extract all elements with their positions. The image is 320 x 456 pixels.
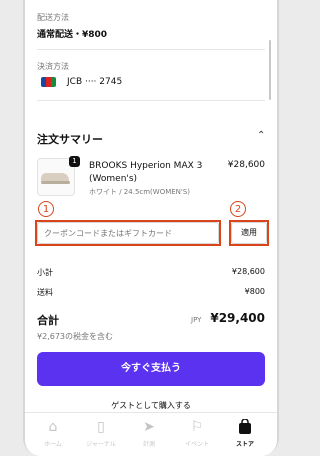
tab-label: ストア xyxy=(235,441,254,448)
apply-highlight-box xyxy=(229,220,269,246)
shipping-label: 配送方法 xyxy=(37,13,69,22)
tab-label: 計測 xyxy=(142,441,155,448)
jcb-card-icon xyxy=(41,77,56,87)
tab-event[interactable]: ⚐ イベント xyxy=(175,419,219,448)
tab-bar: ⌂ ホーム ▯ ジャーナル ➤ 計測 ⚐ イベント ストア xyxy=(25,412,277,456)
coupon-highlight-box xyxy=(35,220,221,246)
product-name-line2: (Women's) xyxy=(89,174,138,184)
tab-label: ジャーナル xyxy=(86,441,116,448)
tab-store[interactable]: ストア xyxy=(223,418,267,448)
divider xyxy=(37,49,265,50)
flag-icon: ⚐ xyxy=(190,419,204,435)
scrollbar[interactable] xyxy=(269,40,271,100)
shoe-sole xyxy=(41,181,70,184)
shipping-fee-value: ¥800 xyxy=(244,287,265,296)
measure-icon: ➤ xyxy=(143,419,155,435)
guest-checkout-link[interactable]: ゲストとして購入する xyxy=(25,400,277,411)
tab-label: イベント xyxy=(184,441,209,448)
product-name: BROOKS Hyperion MAX 3 (Women's) xyxy=(89,160,202,186)
tab-label: ホーム xyxy=(44,441,62,448)
subtotal-value: ¥28,600 xyxy=(231,267,265,276)
annotation-marker-2: 2 xyxy=(230,201,246,217)
quantity-badge: 1 xyxy=(69,156,80,167)
payment-card[interactable]: JCB ···· 2745 xyxy=(67,77,122,87)
tab-measure[interactable]: ➤ 計測 xyxy=(127,419,171,448)
shipping-value[interactable]: 通常配送・¥800 xyxy=(37,27,107,40)
shipping-fee-label: 送料 xyxy=(37,288,53,297)
subtotal-label: 小計 xyxy=(37,268,53,277)
checkout-screen: 配送方法 通常配送・¥800 決済方法 JCB ···· 2745 注文サマリー… xyxy=(25,0,277,456)
journal-icon: ▯ xyxy=(97,419,105,435)
product-price: ¥28,600 xyxy=(227,160,265,170)
annotation-marker-1: 1 xyxy=(38,201,54,217)
tab-home[interactable]: ⌂ ホーム xyxy=(31,419,75,448)
product-variant: ホワイト / 24.5cm(WOMEN'S) xyxy=(89,188,191,196)
shopping-bag-icon xyxy=(237,418,253,435)
summary-title[interactable]: 注文サマリー xyxy=(37,131,103,147)
payment-label: 決済方法 xyxy=(37,62,69,71)
product-name-line1: BROOKS Hyperion MAX 3 xyxy=(89,161,203,171)
tab-journal[interactable]: ▯ ジャーナル xyxy=(79,419,123,448)
shopping-bag-svg xyxy=(239,418,251,434)
currency-code: JPY xyxy=(191,316,202,324)
tax-note: ¥2,673の税金を含む xyxy=(37,332,113,341)
total-label: 合計 xyxy=(37,314,59,327)
home-icon: ⌂ xyxy=(48,419,58,435)
total-value: ¥29,400 xyxy=(210,311,265,325)
chevron-up-icon[interactable]: ⌃ xyxy=(257,130,265,141)
pay-now-button[interactable]: 今すぐ支払う xyxy=(37,352,265,386)
divider xyxy=(37,100,265,101)
